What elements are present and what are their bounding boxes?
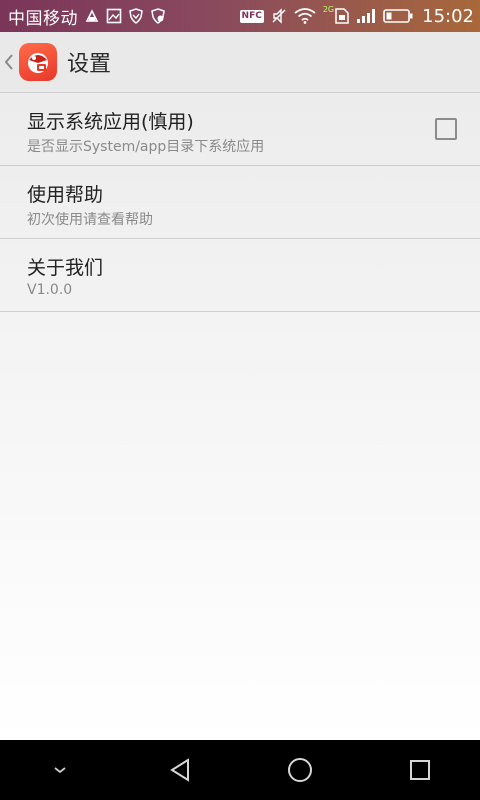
home-button[interactable] xyxy=(270,740,330,800)
clock: 15:02 xyxy=(422,5,474,27)
mute-icon xyxy=(271,8,287,24)
signal-icon xyxy=(356,8,376,24)
pref-summary: 初次使用请查看帮助 xyxy=(27,212,153,228)
battery-icon xyxy=(383,8,413,24)
show-system-apps-checkbox[interactable] xyxy=(435,118,457,140)
pref-title: 显示系统应用(慎用) xyxy=(27,111,194,133)
security-icon xyxy=(150,8,166,24)
status-left: 中国移动 xyxy=(8,4,166,29)
back-button[interactable] xyxy=(150,740,210,800)
page-title: 设置 xyxy=(67,52,112,77)
action-bar: 设置 xyxy=(0,32,480,93)
sim-icon xyxy=(335,8,349,24)
hide-keyboard-button[interactable] xyxy=(30,740,90,800)
pref-summary: V1.0.0 xyxy=(27,282,73,298)
carrier-label: 中国移动 xyxy=(8,8,78,29)
recent-apps-button[interactable] xyxy=(390,740,450,800)
network-type-label: 2G xyxy=(322,4,335,14)
pref-item-show-system-apps[interactable]: 显示系统应用(慎用) 是否显示System/app目录下系统应用 xyxy=(0,93,480,166)
nfc-icon: NFC xyxy=(239,9,264,23)
app-icon[interactable] xyxy=(19,43,57,81)
pref-item-about[interactable]: 关于我们 V1.0.0 xyxy=(0,239,480,312)
home-circle-icon xyxy=(288,758,312,782)
pref-summary: 是否显示System/app目录下系统应用 xyxy=(27,139,265,155)
image-icon xyxy=(106,8,122,24)
notification-icon xyxy=(84,8,100,24)
back-chevron-icon[interactable] xyxy=(3,32,15,92)
wifi-icon xyxy=(294,8,316,24)
shield-icon xyxy=(128,8,144,24)
pref-title: 关于我们 xyxy=(27,257,104,279)
pref-title: 使用帮助 xyxy=(27,184,104,206)
pref-item-help[interactable]: 使用帮助 初次使用请查看帮助 xyxy=(0,166,480,239)
settings-list: 显示系统应用(慎用) 是否显示System/app目录下系统应用 使用帮助 初次… xyxy=(0,93,480,740)
recent-apps-square-icon xyxy=(410,760,430,780)
status-right: NFC 2G 15:02 xyxy=(239,4,474,27)
chevron-down-icon xyxy=(54,767,66,774)
navigation-bar xyxy=(0,740,480,800)
back-triangle-icon xyxy=(170,758,189,782)
status-bar: 中国移动 NFC 2G 15:02 xyxy=(0,0,480,32)
